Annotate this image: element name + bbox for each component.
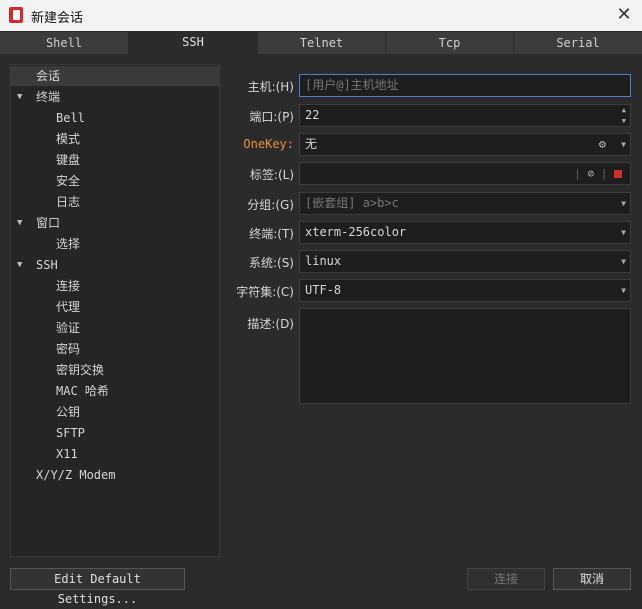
tab-serial[interactable]: Serial [514,32,642,54]
group-label: 分组:(G) [247,198,294,212]
port-value: 22 [305,108,320,122]
tree-item-ssh[interactable]: ▼ SSH [11,255,219,275]
tag-input[interactable]: | ⊘ | [299,162,631,185]
tree-item-public-key[interactable]: 公钥 [11,402,219,422]
tree-item-x11[interactable]: X11 [11,444,219,464]
tree-item-label: 日志 [56,195,81,209]
color-swatch-icon[interactable] [614,170,622,178]
tab-telnet[interactable]: Telnet [258,32,386,54]
tree-item-label: 选择 [56,237,81,251]
tab-ssh-label: SSH [182,35,204,49]
system-select[interactable]: linux ▼ [299,250,631,273]
system-value: linux [305,254,342,268]
tab-shell[interactable]: Shell [0,32,129,54]
tree-item-label: 公钥 [56,405,81,419]
terminal-select[interactable]: xterm-256color ▼ [299,221,631,244]
chevron-down-icon[interactable]: ▼ [621,222,626,243]
description-label: 描述:(D) [247,317,294,331]
tree-item-proxy[interactable]: 代理 [11,297,219,317]
tree-item-auth[interactable]: 验证 [11,318,219,338]
tree-item-label: SFTP [56,426,85,440]
title-bar: 新建会话 ✕ [0,0,642,31]
tree-item-label: X11 [56,447,78,461]
tree-item-label: Bell [56,111,85,125]
onekey-value: 无 [305,137,318,151]
onekey-select[interactable]: 无 ⚙ ▼ [299,133,631,156]
tree-item-security[interactable]: 安全 [11,171,219,191]
tree-item-terminal[interactable]: ▼ 终端 [11,87,219,107]
spin-down-icon[interactable]: ▼ [622,116,626,126]
system-label: 系统:(S) [248,256,294,270]
clear-tag-icon[interactable]: ⊘ [588,167,595,180]
host-input[interactable]: [用户@]主机地址 [299,74,631,97]
tree-item-label: 模式 [56,132,81,146]
tree-item-sftp[interactable]: SFTP [11,423,219,443]
terminal-label: 终端:(T) [249,227,294,241]
tree-item-label: 会话 [36,69,61,83]
charset-label: 字符集:(C) [236,285,294,299]
connect-button[interactable]: 连接 [467,568,545,590]
tag-tools: | ⊘ | [574,163,622,184]
tree-item-label: 窗口 [36,216,61,230]
terminal-value: xterm-256color [305,225,407,239]
tag-label: 标签:(L) [249,168,294,182]
caret-down-icon[interactable]: ▼ [17,213,22,233]
caret-down-icon[interactable]: ▼ [17,87,22,107]
host-placeholder: [用户@]主机地址 [305,78,399,92]
chevron-down-icon[interactable]: ▼ [621,251,626,272]
cancel-button[interactable]: 取消 [553,568,631,590]
description-textarea[interactable] [299,308,631,404]
close-icon[interactable]: ✕ [612,4,636,26]
group-select[interactable]: [嵌套组] a>b>c ▼ [299,192,631,215]
tab-ssh[interactable]: SSH [129,31,258,55]
tree-item-label: 密码 [56,342,81,356]
group-placeholder: [嵌套组] a>b>c [305,196,399,210]
tree-item-label: 验证 [56,321,81,335]
tree-item-label: 键盘 [56,153,81,167]
tree-item-label: 代理 [56,300,81,314]
tab-shell-label: Shell [45,36,83,50]
tree-item-session[interactable]: 会话 [11,66,219,86]
tree-item-mode[interactable]: 模式 [11,129,219,149]
charset-value: UTF-8 [305,283,342,297]
tree-item-connection[interactable]: 连接 [11,276,219,296]
host-label: 主机:(H) [247,80,294,94]
tree-item-label: 终端 [36,90,61,104]
tree-item-label: 密钥交换 [56,363,105,377]
chevron-down-icon[interactable]: ▼ [621,280,626,301]
tree-item-key-exchange[interactable]: 密钥交换 [11,360,219,380]
app-logo-icon [9,7,23,23]
tree-item-password[interactable]: 密码 [11,339,219,359]
chevron-down-icon[interactable]: ▼ [621,134,626,155]
category-tree: 会话 ▼ 终端 Bell 模式 键盘 安全 日志 ▼ 窗口 选择 ▼ SSH 连接 代… [10,64,220,557]
tree-item-label: SSH [36,258,58,272]
chevron-down-icon[interactable]: ▼ [621,193,626,214]
charset-select[interactable]: UTF-8 ▼ [299,279,631,302]
caret-down-icon[interactable]: ▼ [17,255,22,275]
tree-item-label: 连接 [56,279,81,293]
tree-item-selection[interactable]: 选择 [11,234,219,254]
onekey-label: OneKey: [243,137,294,151]
tree-item-keyboard[interactable]: 键盘 [11,150,219,170]
tree-item-log[interactable]: 日志 [11,192,219,212]
tree-item-bell[interactable]: Bell [11,108,219,128]
tree-item-mac-hash[interactable]: MAC 哈希 [11,381,219,401]
tab-tcp[interactable]: Tcp [386,32,514,54]
port-label: 端口:(P) [249,110,294,124]
protocol-tabs: Shell SSH Telnet Tcp Serial [0,31,642,55]
port-spinbox[interactable]: 22 ▲ ▼ [299,104,631,127]
spin-up-icon[interactable]: ▲ [622,105,626,115]
tab-serial-label: Serial [556,36,600,50]
tree-item-window[interactable]: ▼ 窗口 [11,213,219,233]
tab-telnet-label: Telnet [299,36,344,50]
tree-item-xyz-modem[interactable]: X/Y/Z Modem [11,465,219,485]
gear-icon[interactable]: ⚙ [599,134,606,155]
tree-item-label: MAC 哈希 [56,384,109,398]
edit-default-settings-button[interactable]: Edit Default Settings... [10,568,185,606]
tree-item-label: X/Y/Z Modem [36,468,116,482]
tab-tcp-label: Tcp [438,36,461,50]
tree-item-label: 安全 [56,174,81,188]
window-title: 新建会话 [31,11,84,26]
